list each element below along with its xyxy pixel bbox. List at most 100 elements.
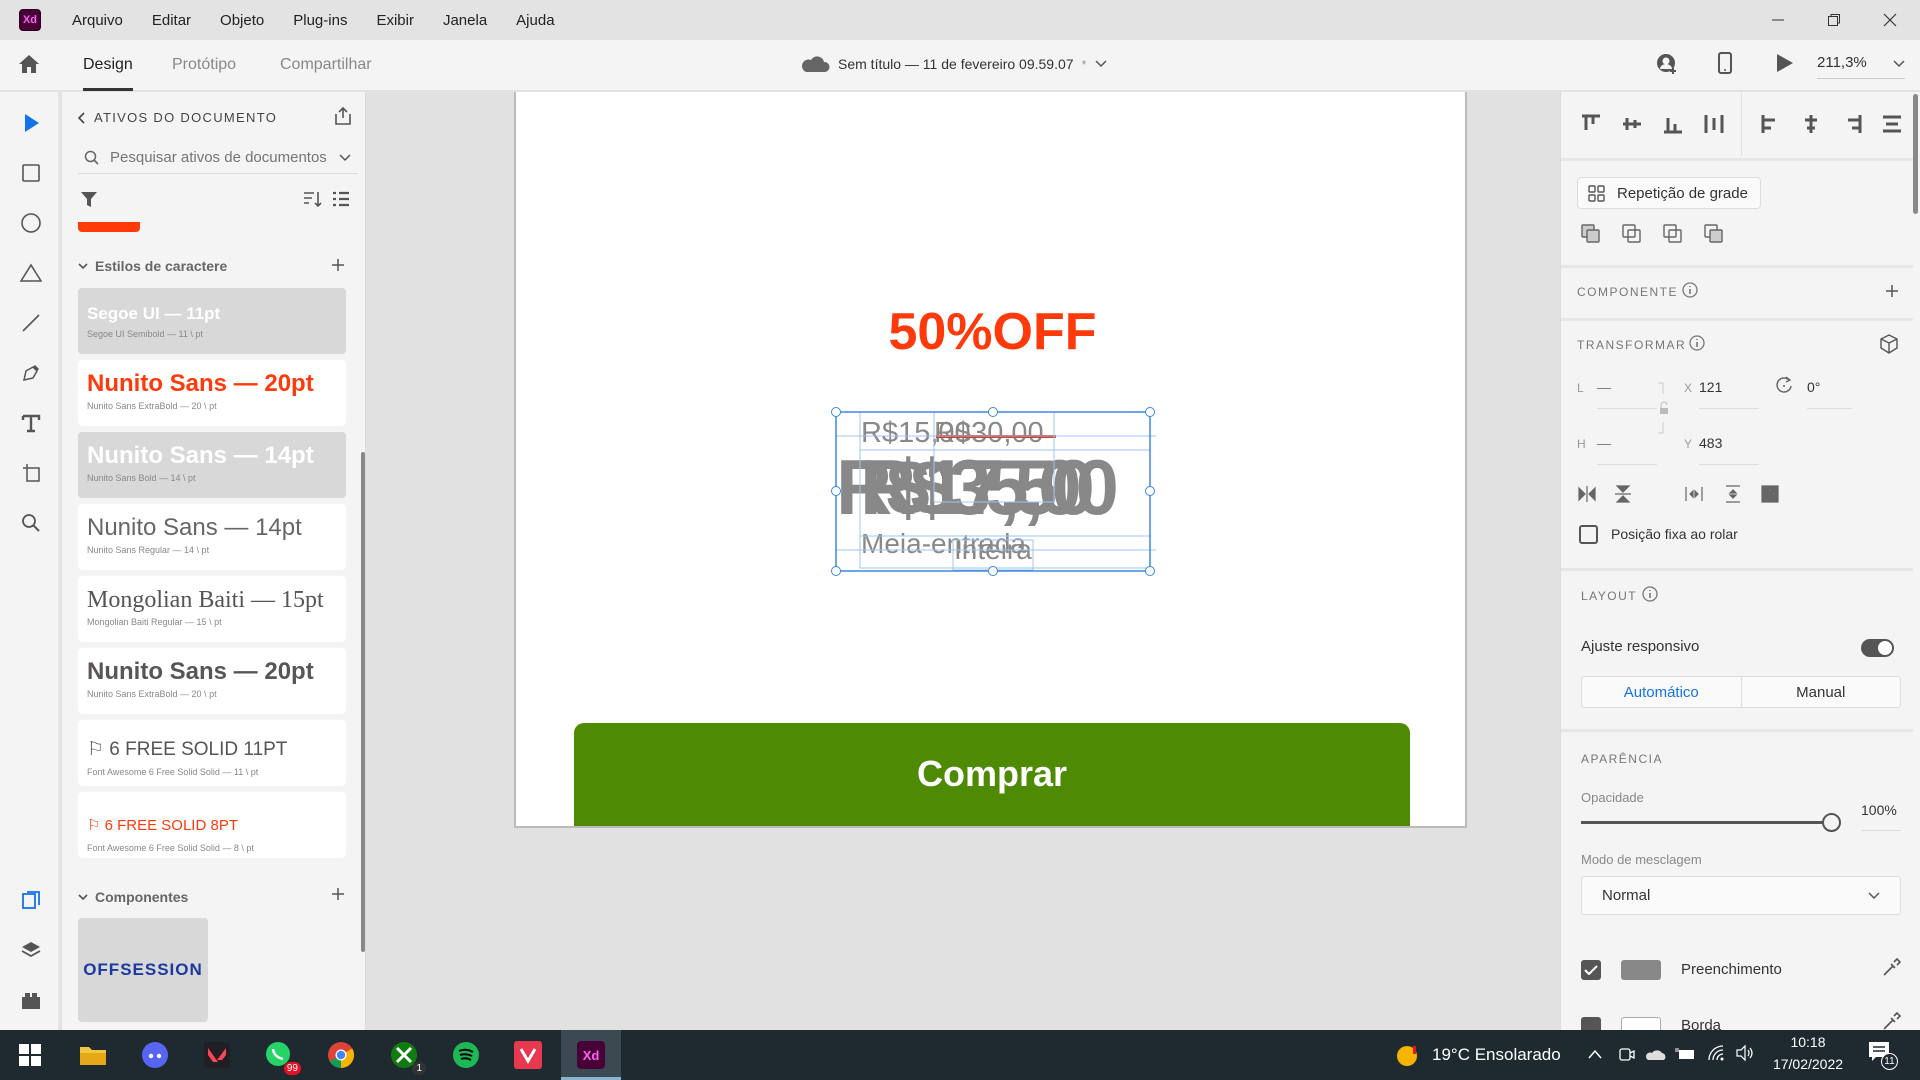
fixed-position-checkbox[interactable] <box>1579 525 1598 544</box>
menu-arquivo[interactable]: Arquivo <box>72 12 123 29</box>
y-input[interactable]: 483 <box>1699 435 1722 451</box>
rotation-input[interactable]: 0° <box>1807 379 1820 395</box>
eyedropper-icon[interactable] <box>1881 958 1901 978</box>
taskbar-explorer[interactable] <box>77 1039 109 1071</box>
preview-button[interactable] <box>1776 53 1794 73</box>
layers-tool[interactable] <box>18 937 44 963</box>
properties-scrollbar[interactable] <box>1913 94 1918 214</box>
assets-search[interactable] <box>78 142 358 174</box>
add-component-icon[interactable] <box>1885 284 1899 298</box>
artboard[interactable]: 50%OFF R$15,00 R$30,00 R$17,50 R$35,00 M… <box>514 92 1467 828</box>
blend-mode-select[interactable]: Normal <box>1581 876 1901 915</box>
responsive-toggle[interactable] <box>1861 639 1894 657</box>
char-style-card[interactable]: Nunito Sans — 20pt Nunito Sans ExtraBold … <box>78 648 346 714</box>
eyedropper-icon[interactable] <box>1881 1012 1901 1030</box>
zoom-tool[interactable] <box>18 510 44 536</box>
notification-center[interactable]: 11 <box>1868 1041 1898 1071</box>
menu-plugins[interactable]: Plug-ins <box>293 12 347 29</box>
flip-horizontal-icon[interactable] <box>1577 484 1597 504</box>
zoom-level[interactable]: 211,3% <box>1817 54 1867 71</box>
opacity-slider-track[interactable] <box>1581 821 1831 824</box>
resize-handle[interactable] <box>1145 407 1155 417</box>
resize-handle[interactable] <box>831 486 841 496</box>
taskbar-whatsapp[interactable]: 99 <box>263 1039 301 1075</box>
taskbar-discord[interactable] <box>139 1039 171 1071</box>
3d-transform-icon[interactable] <box>1879 334 1899 354</box>
rectangle-tool[interactable] <box>18 160 44 186</box>
components-header[interactable]: Componentes <box>78 889 188 905</box>
fill-color-swatch[interactable] <box>1621 960 1661 980</box>
border-color-swatch[interactable] <box>1621 1017 1661 1030</box>
assets-search-input[interactable] <box>110 149 335 166</box>
document-title[interactable]: Sem título — 11 de fevereiro 09.59.07 * <box>800 54 1107 74</box>
plugins-tool[interactable] <box>18 987 44 1013</box>
zoom-chevron-icon[interactable] <box>1893 60 1905 68</box>
align-right-icon[interactable] <box>1842 114 1862 134</box>
fit-width-icon[interactable] <box>1684 484 1704 504</box>
filter-icon[interactable] <box>80 190 98 208</box>
info-icon[interactable] <box>1642 586 1658 602</box>
artboard-tool[interactable] <box>18 460 44 486</box>
text-tool[interactable] <box>18 410 44 436</box>
boolean-add-icon[interactable] <box>1581 224 1601 244</box>
price-group[interactable]: R$15,00 R$30,00 R$17,50 R$35,00 Meia-ent… <box>831 407 1156 576</box>
onedrive-icon[interactable] <box>1645 1047 1667 1061</box>
resize-handle[interactable] <box>831 407 841 417</box>
battery-icon[interactable] <box>1675 1046 1697 1062</box>
char-style-card[interactable]: Nunito Sans — 20pt Nunito Sans ExtraBold … <box>78 360 346 426</box>
add-component-icon[interactable] <box>331 887 345 901</box>
polygon-tool[interactable] <box>18 260 44 286</box>
resize-handle[interactable] <box>1145 486 1155 496</box>
flip-vertical-icon[interactable] <box>1613 484 1633 504</box>
opacity-input[interactable]: 100% <box>1861 802 1897 818</box>
resize-handle[interactable] <box>1145 566 1155 576</box>
tab-design[interactable]: Design <box>83 56 133 91</box>
menu-janela[interactable]: Janela <box>443 12 487 29</box>
char-styles-header[interactable]: Estilos de caractere <box>78 258 227 274</box>
distribute-horizontal-icon[interactable] <box>1882 114 1902 134</box>
assets-back[interactable]: ATIVOS DO DOCUMENTO <box>78 110 277 125</box>
fit-content-icon[interactable] <box>1760 484 1780 504</box>
volume-icon[interactable] <box>1735 1044 1755 1062</box>
boolean-exclude-icon[interactable] <box>1704 224 1724 244</box>
auto-option[interactable]: Automático <box>1582 677 1742 707</box>
assets-tool[interactable] <box>18 887 44 913</box>
start-button[interactable] <box>14 1039 46 1071</box>
char-style-card[interactable]: ⚐ 6 FREE SOLID 8PT Font Awesome 6 Free So… <box>78 792 346 858</box>
tab-compartilhar[interactable]: Compartilhar <box>280 56 372 74</box>
taskbar-xbox[interactable]: 1 <box>388 1039 426 1075</box>
invite-button[interactable] <box>1656 53 1678 75</box>
wifi-icon[interactable] <box>1707 1044 1727 1062</box>
weather-text[interactable]: 19°C Ensolarado <box>1432 1045 1561 1065</box>
align-left-icon[interactable] <box>1761 114 1781 134</box>
x-input[interactable]: 121 <box>1699 379 1722 395</box>
menu-objeto[interactable]: Objeto <box>220 12 264 29</box>
home-button[interactable] <box>18 54 40 74</box>
taskbar-app[interactable] <box>512 1039 544 1071</box>
char-style-card[interactable]: Nunito Sans — 14pt Nunito Sans Bold — 14 … <box>78 432 346 498</box>
align-middle-icon[interactable] <box>1622 114 1642 134</box>
resize-handle[interactable] <box>988 566 998 576</box>
align-top-icon[interactable] <box>1581 114 1601 134</box>
repeat-grid-button[interactable]: Repetição de grade <box>1577 177 1761 209</box>
clock-time[interactable]: 10:18 <box>1772 1034 1844 1050</box>
tab-prototipo[interactable]: Protótipo <box>172 56 236 74</box>
distribute-vertical-icon[interactable] <box>1704 114 1724 134</box>
list-view-icon[interactable] <box>332 190 350 208</box>
height-input[interactable]: — <box>1597 435 1611 451</box>
manual-option[interactable]: Manual <box>1742 677 1901 707</box>
headline-50-off[interactable]: 50%OFF <box>516 302 1465 362</box>
buy-button[interactable]: Comprar <box>574 723 1410 826</box>
pen-tool[interactable] <box>18 360 44 386</box>
width-input[interactable]: — <box>1597 379 1611 395</box>
opacity-slider-thumb[interactable] <box>1822 813 1841 832</box>
info-icon[interactable] <box>1682 282 1698 298</box>
export-icon[interactable] <box>333 106 353 126</box>
char-style-card[interactable]: Nunito Sans — 14pt Nunito Sans Regular — … <box>78 504 346 570</box>
resize-handle[interactable] <box>831 566 841 576</box>
taskbar-chrome[interactable] <box>325 1039 357 1071</box>
border-checkbox[interactable] <box>1581 1017 1601 1030</box>
char-style-card[interactable]: Mongolian Baiti — 15pt Mongolian Baiti Re… <box>78 576 346 642</box>
char-style-card[interactable]: ⚐ 6 FREE SOLID 11PT Font Awesome 6 Free S… <box>78 720 346 786</box>
fill-checkbox[interactable] <box>1581 960 1601 980</box>
